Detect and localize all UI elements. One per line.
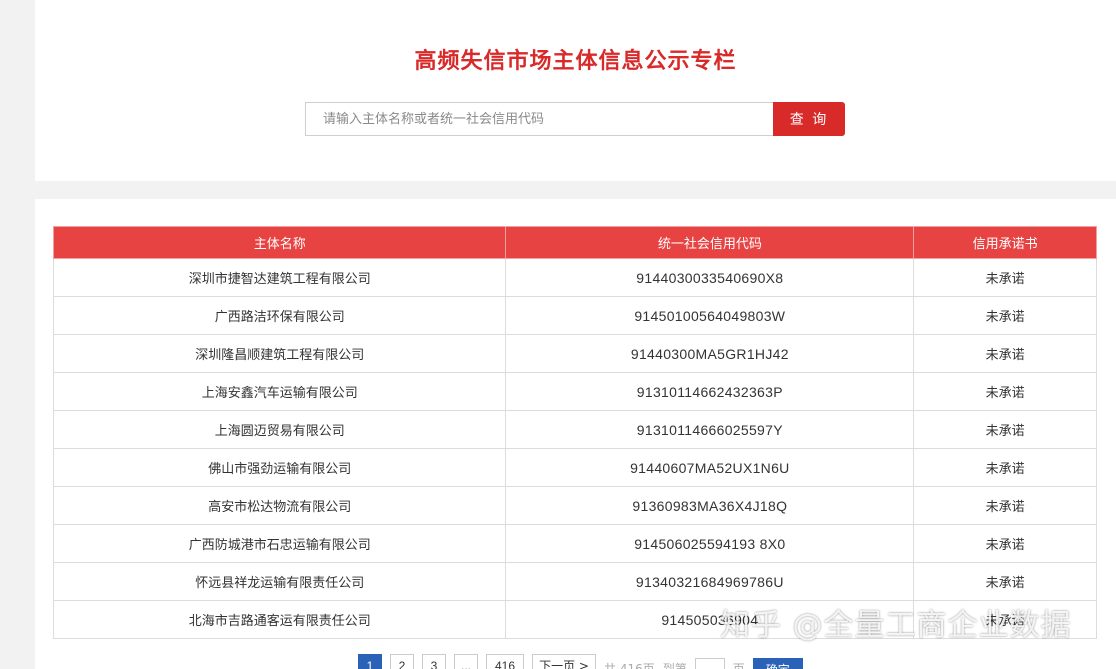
promise-status-cell: 未承诺 <box>913 372 1097 411</box>
search-button[interactable]: 查 询 <box>773 102 845 136</box>
table-row: 深圳市捷智达建筑工程有限公司 9144030033540690X8 未承诺 <box>52 258 1097 297</box>
promise-status-cell: 未承诺 <box>913 258 1097 297</box>
entity-name-cell: 北海市吉路通客运有限责任公司 <box>52 600 507 639</box>
page-suffix-label: 页 <box>732 662 745 669</box>
page-button-1[interactable]: 1 <box>358 654 382 669</box>
next-page-button[interactable]: 下一页 > <box>532 654 597 669</box>
entity-name-cell: 深圳隆昌顺建筑工程有限公司 <box>52 334 507 373</box>
search-panel: 高频失信市场主体信息公示专栏 查 询 <box>35 0 1116 181</box>
column-header-promise: 信用承诺书 <box>913 226 1097 259</box>
table-row: 广西路洁环保有限公司 91450100564049803W 未承诺 <box>52 296 1097 335</box>
credit-code-cell: 91310114662432363P <box>505 372 915 411</box>
promise-status-cell: 未承诺 <box>913 524 1097 563</box>
page-button-last[interactable]: 416 <box>486 654 525 669</box>
promise-status-cell: 未承诺 <box>913 334 1097 373</box>
promise-status-cell: 未承诺 <box>913 448 1097 487</box>
table-row: 怀远县祥龙运输有限责任公司 91340321684969786U 未承诺 <box>52 562 1097 601</box>
entity-name-cell: 上海安鑫汽车运输有限公司 <box>52 372 507 411</box>
credit-code-cell: 91310114666025597Y <box>505 410 915 449</box>
go-button[interactable]: 确定 <box>752 658 803 669</box>
entity-name-cell: 高安市松达物流有限公司 <box>52 486 507 525</box>
table-row: 上海圆迈贸易有限公司 91310114666025597Y 未承诺 <box>52 410 1097 449</box>
credit-code-cell: 91340321684969786U <box>505 562 915 601</box>
jump-label: 到第 <box>662 662 687 669</box>
entity-name-cell: 广西防城港市石忠运输有限公司 <box>52 524 507 563</box>
entity-name-cell: 怀远县祥龙运输有限责任公司 <box>52 562 507 601</box>
page-button-2[interactable]: 2 <box>390 654 414 669</box>
result-panel: 主体名称 统一社会信用代码 信用承诺书 深圳市捷智达建筑工程有限公司 91440… <box>35 199 1116 669</box>
table-row: 广西防城港市石忠运输有限公司 914506025594193 8X0 未承诺 <box>52 524 1097 563</box>
credit-code-cell: 914506025594193 8X0 <box>505 524 915 563</box>
total-pages-text: 共 416页 <box>604 662 655 669</box>
page-button-3[interactable]: 3 <box>422 654 446 669</box>
promise-status-cell: 未承诺 <box>913 562 1097 601</box>
search-bar: 查 询 <box>305 102 845 136</box>
credit-code-cell: 91450100564049803W <box>505 296 915 335</box>
credit-code-cell: 91440607MA52UX1N6U <box>505 448 915 487</box>
table-row: 佛山市强劲运输有限公司 91440607MA52UX1N6U 未承诺 <box>52 448 1097 487</box>
page-title: 高频失信市场主体信息公示专栏 <box>414 49 737 74</box>
promise-status-cell: 未承诺 <box>913 296 1097 335</box>
promise-status-cell: 未承诺 <box>913 410 1097 449</box>
table-row: 高安市松达物流有限公司 91360983MA36X4J18Q 未承诺 <box>52 486 1097 525</box>
page-ellipsis: ... <box>454 654 479 669</box>
entity-name-cell: 上海圆迈贸易有限公司 <box>52 410 507 449</box>
table-row: 上海安鑫汽车运输有限公司 91310114662432363P 未承诺 <box>52 372 1097 411</box>
table-row: 深圳隆昌顺建筑工程有限公司 91440300MA5GR1HJ42 未承诺 <box>52 334 1097 373</box>
credit-code-cell: 91360983MA36X4J18Q <box>505 486 915 525</box>
table-header-row: 主体名称 统一社会信用代码 信用承诺书 <box>52 226 1097 259</box>
promise-status-cell: 未承诺 <box>913 486 1097 525</box>
page-jump-input[interactable] <box>694 658 725 669</box>
pagination: 1 2 3 ... 416 下一页 > 共 416页 到第 页 确定 <box>358 654 803 669</box>
credit-code-cell: 9144030033540690X8 <box>505 258 915 297</box>
search-input[interactable] <box>305 102 773 136</box>
entity-name-cell: 佛山市强劲运输有限公司 <box>52 448 507 487</box>
column-header-code: 统一社会信用代码 <box>505 226 915 259</box>
watermark-text: 知乎 @全量工商企业数据 <box>720 608 1072 643</box>
credit-code-cell: 91440300MA5GR1HJ42 <box>505 334 915 373</box>
entity-name-cell: 深圳市捷智达建筑工程有限公司 <box>52 258 507 297</box>
column-header-name: 主体名称 <box>52 226 507 259</box>
credit-table: 主体名称 统一社会信用代码 信用承诺书 深圳市捷智达建筑工程有限公司 91440… <box>52 226 1097 639</box>
entity-name-cell: 广西路洁环保有限公司 <box>52 296 507 335</box>
